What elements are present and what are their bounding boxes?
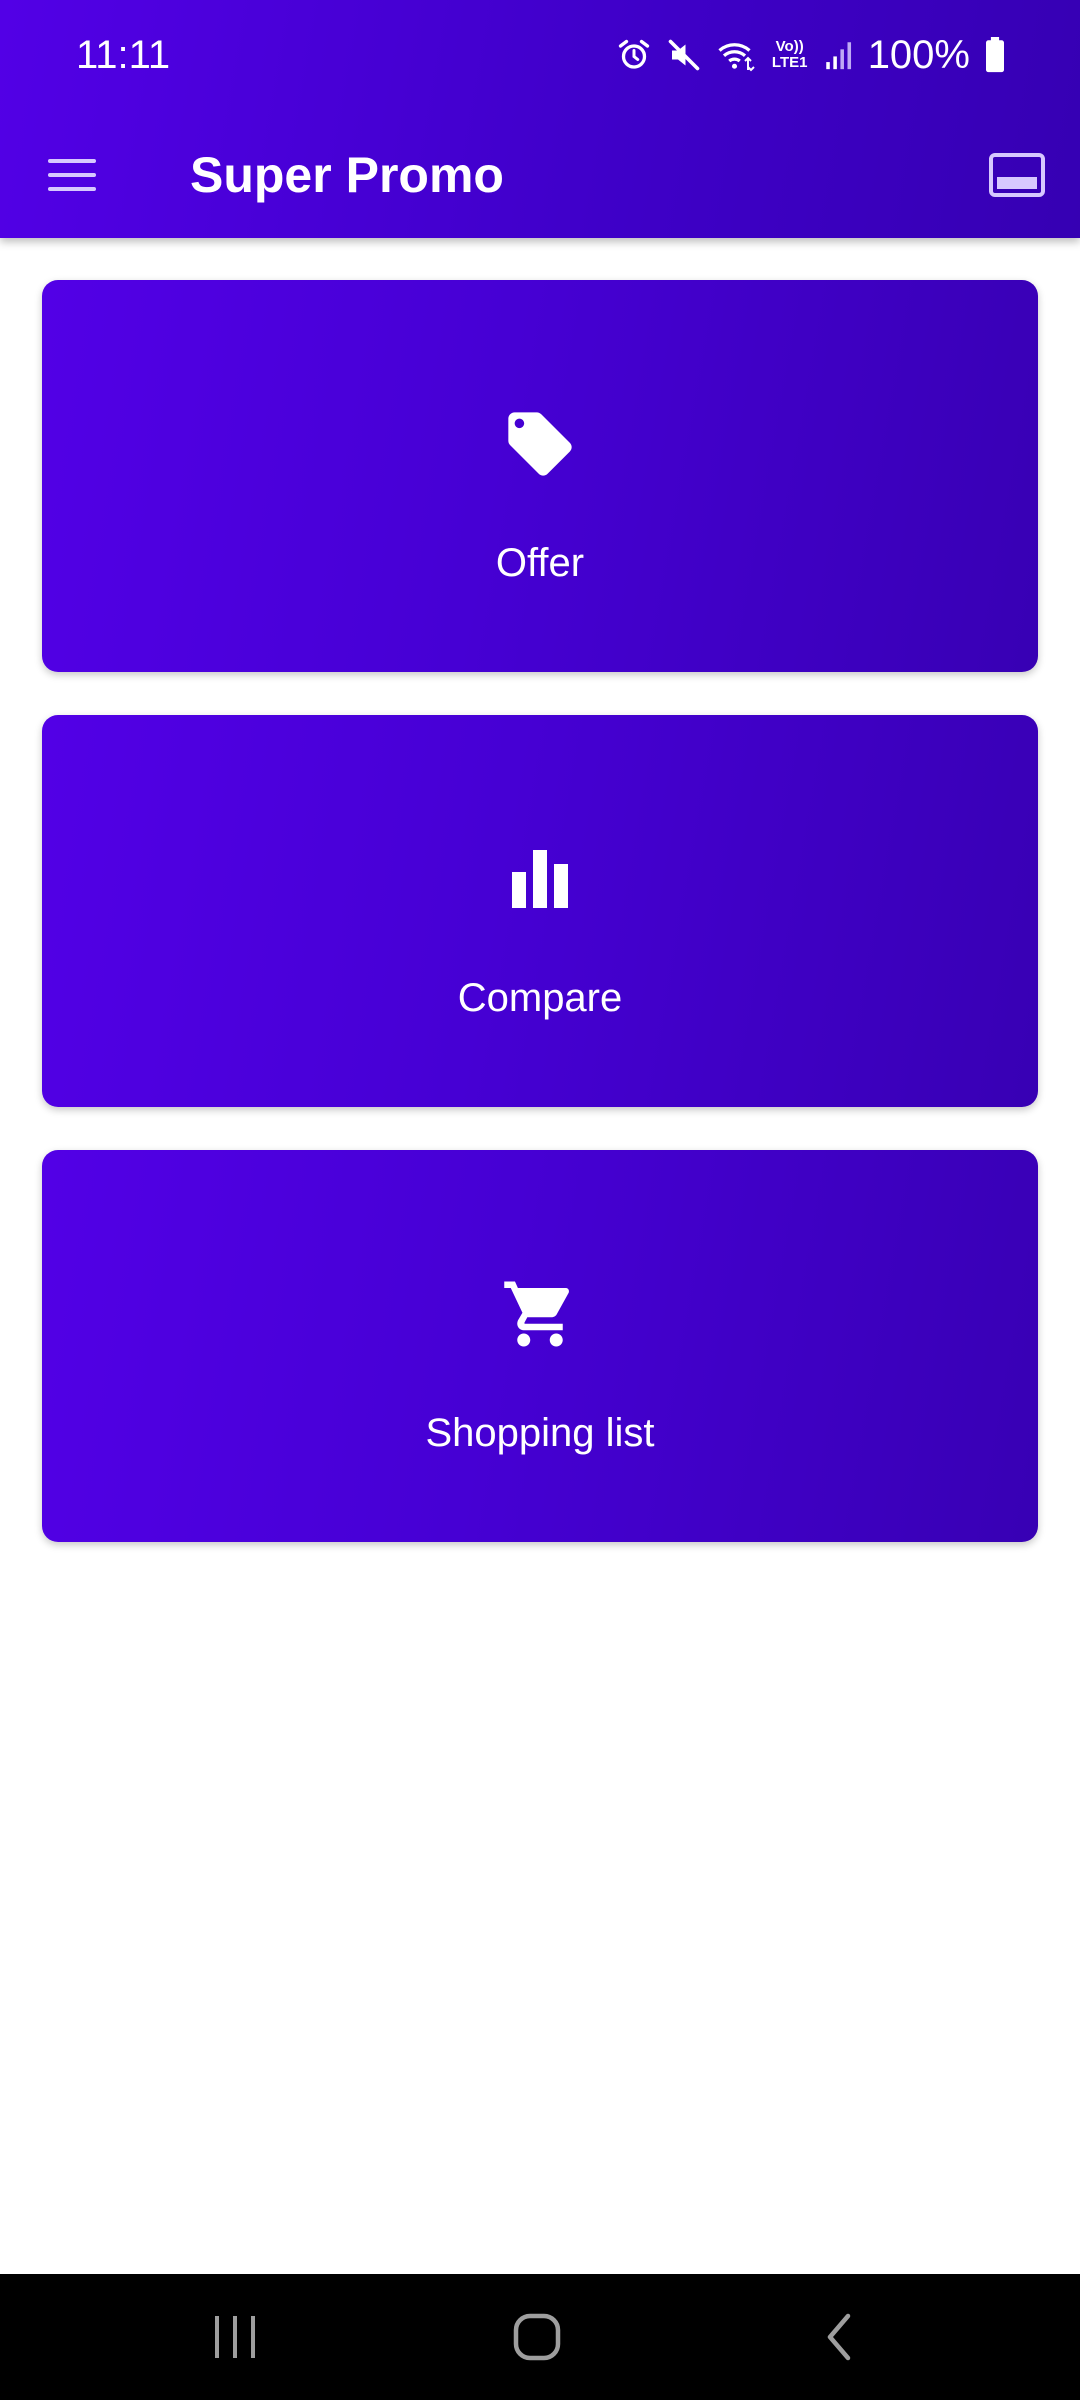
app-title: Super Promo [190, 147, 504, 203]
offer-card[interactable]: Offer [42, 280, 1038, 672]
hamburger-menu-icon [48, 159, 96, 191]
mute-icon [666, 37, 702, 73]
view-layout-icon [989, 153, 1045, 197]
top-app-area: 11:11 Vo)) LTE1 100% Super Promo [0, 0, 1080, 238]
compare-card[interactable]: Compare [42, 715, 1038, 1107]
shopping-cart-icon [42, 1274, 1038, 1354]
compare-label: Compare [457, 976, 623, 1020]
status-icons: Vo)) LTE1 100% [616, 30, 1006, 80]
home-menu-cards: Offer Compare Shopping list [42, 280, 1038, 1585]
network-label: Vo)) LTE1 [771, 38, 808, 71]
back-icon [827, 2313, 851, 2361]
bar-chart-icon [42, 839, 1038, 919]
signal-icon [824, 38, 854, 72]
recent-apps-button[interactable] [190, 2302, 280, 2372]
offer-label: Offer [495, 541, 585, 585]
recent-apps-icon [215, 2316, 255, 2358]
battery-icon [984, 37, 1006, 73]
shopping-list-card[interactable]: Shopping list [42, 1150, 1038, 1542]
tag-icon [42, 404, 1038, 484]
home-button[interactable] [492, 2302, 582, 2372]
shopping-list-label: Shopping list [425, 1411, 655, 1455]
system-navigation-bar [0, 2274, 1080, 2400]
alarm-icon [616, 37, 652, 73]
hamburger-menu-button[interactable] [40, 142, 106, 208]
view-layout-button[interactable] [984, 142, 1050, 208]
status-bar: 11:11 Vo)) LTE1 100% [0, 0, 1080, 110]
wifi-icon [716, 37, 756, 73]
back-button[interactable] [794, 2302, 884, 2372]
volte-lte-icon: Vo)) LTE1 [770, 39, 810, 71]
app-bar: Super Promo [0, 120, 1080, 230]
status-time: 11:11 [76, 33, 171, 77]
home-icon [513, 2313, 561, 2361]
battery-percent: 100% [867, 33, 970, 77]
